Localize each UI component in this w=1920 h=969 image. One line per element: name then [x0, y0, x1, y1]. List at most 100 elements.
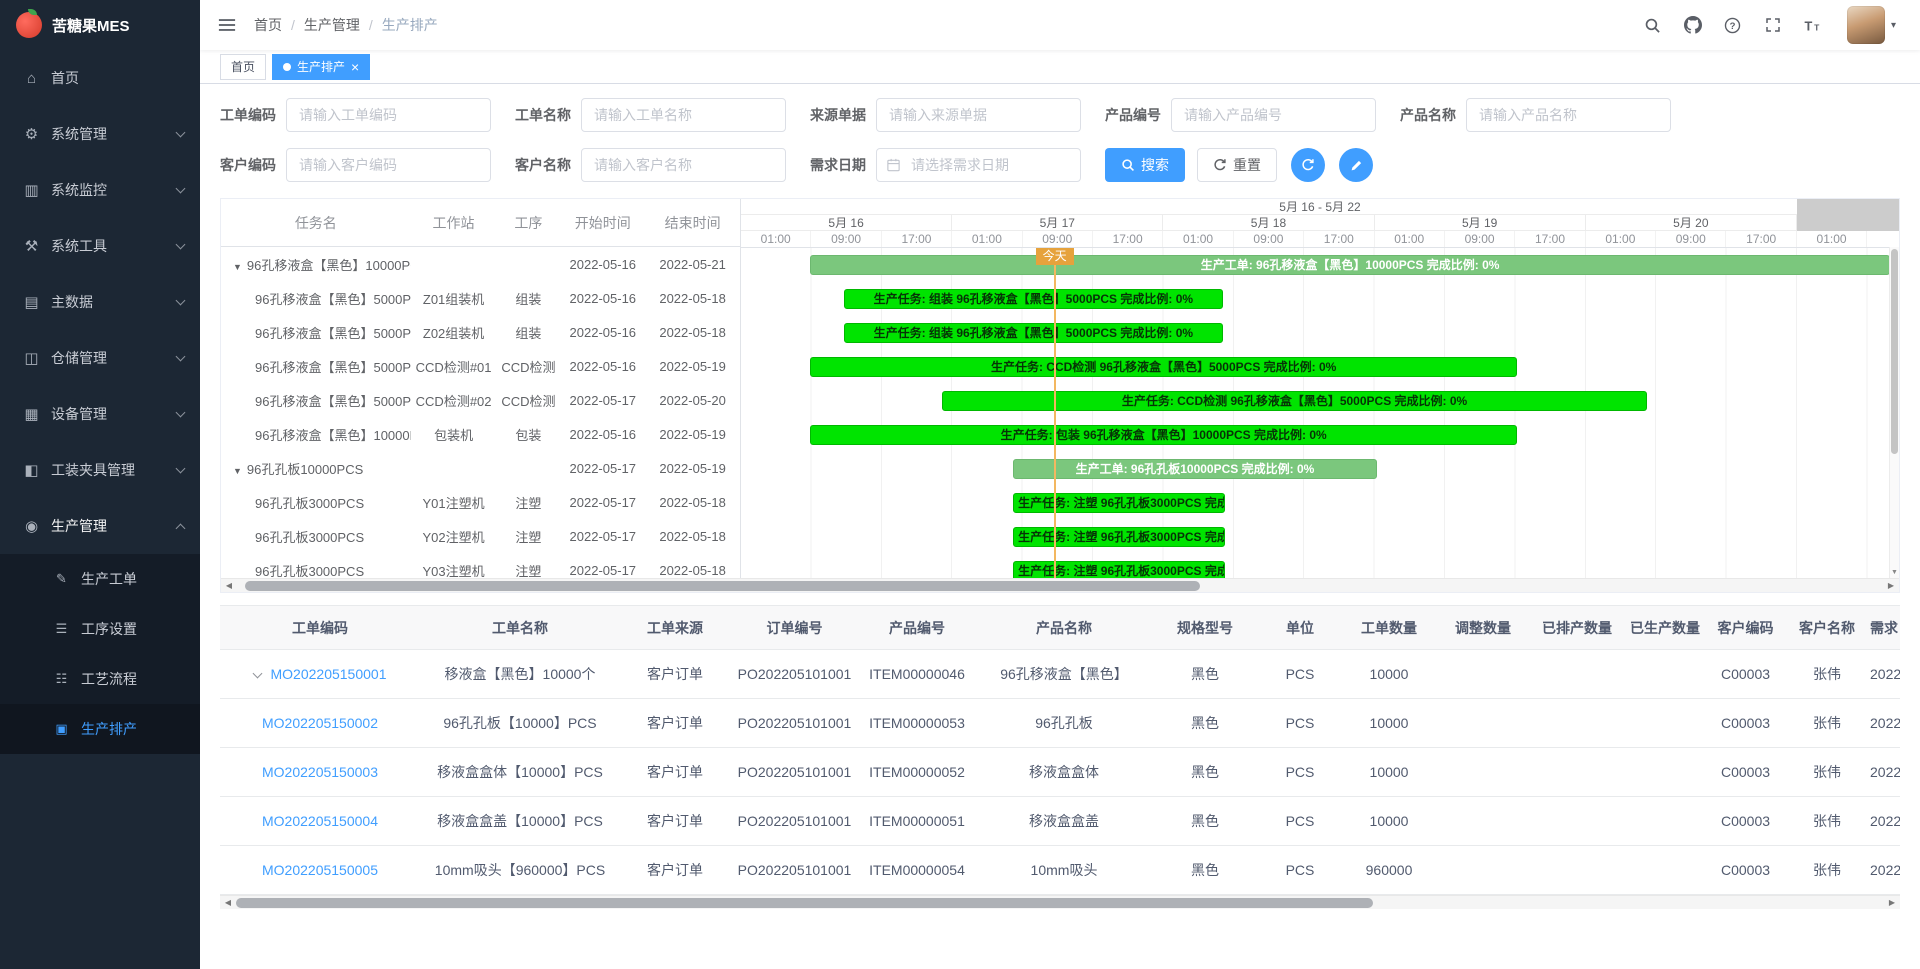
breadcrumb-item[interactable]: 生产管理 — [304, 15, 360, 35]
gantt-task-bar[interactable]: 生产任务: CCD检测 96孔移液盒【黑色】5000PCS 完成比例: 0% — [942, 391, 1646, 411]
user-menu[interactable]: ▾ — [1847, 6, 1896, 44]
customer-code-input[interactable] — [286, 148, 491, 182]
order-cell: ITEM00000046 — [859, 650, 975, 699]
gantt-task-bar[interactable]: 生产任务: 组装 96孔移液盒【黑色】5000PCS 完成比例: 0% — [844, 323, 1223, 343]
scrollbar-thumb[interactable] — [1891, 249, 1898, 454]
sidebar-subitem-process-flow[interactable]: ☷工艺流程 — [0, 654, 200, 704]
scrollbar-track[interactable] — [237, 579, 1883, 592]
scrollbar-thumb[interactable] — [236, 898, 1373, 908]
help-icon[interactable]: ? — [1723, 15, 1743, 35]
source-doc-input[interactable] — [876, 98, 1081, 132]
gantt-task-row[interactable]: 96孔移液盒【黑色】10000PCS包装机包装2022-05-162022-05… — [221, 417, 740, 451]
sidebar-item-equipment[interactable]: ▦设备管理 — [0, 386, 200, 442]
order-row: MO202205150004移液盒盒盖【10000】PCS客户订单PO20220… — [220, 797, 1900, 846]
sidebar-item-system-admin[interactable]: ⚙系统管理 — [0, 106, 200, 162]
tab-home[interactable]: 首页 — [220, 54, 266, 80]
gantt-task-bar[interactable]: 生产任务: 包装 96孔移液盒【黑色】10000PCS 完成比例: 0% — [810, 425, 1516, 445]
content: 工单编码工单名称来源单据产品编号产品名称 客户编码客户名称需求日期搜索重置 任务… — [200, 84, 1920, 969]
search-icon[interactable] — [1643, 15, 1663, 35]
caret-down-icon[interactable]: ▼ — [233, 262, 242, 272]
work-order-link[interactable]: MO202205150001 — [271, 666, 387, 682]
gantt-task-bar[interactable]: 生产任务: 注塑 96孔孔板3000PCS 完成比例: 0% — [1013, 561, 1225, 578]
gantt-task-row[interactable]: 96孔孔板3000PCSY02注塑机注塑2022-05-172022-05-18 — [221, 519, 740, 553]
gantt-task-row[interactable]: 96孔孔板3000PCSY03注塑机注塑2022-05-172022-05-18 — [221, 553, 740, 577]
gantt-task-bar[interactable]: 生产任务: 注塑 96孔孔板3000PCS 完成比例: 0% — [1013, 527, 1225, 547]
gantt-task-row[interactable]: 96孔移液盒【黑色】5000PCSZ01组装机组装2022-05-162022-… — [221, 281, 740, 315]
scroll-right-icon[interactable]: ▶ — [1883, 579, 1899, 593]
sidebar-item-master-data[interactable]: ▤主数据 — [0, 274, 200, 330]
scroll-down-icon[interactable]: ▼ — [1890, 568, 1899, 577]
sidebar-subitem-scheduling[interactable]: ▣生产排产 — [0, 704, 200, 754]
gantt-task-row[interactable]: ▼96孔孔板10000PCS2022-05-172022-05-19 — [221, 451, 740, 485]
breadcrumb-item[interactable]: 首页 — [254, 15, 282, 35]
edit-circle-button[interactable] — [1339, 148, 1373, 182]
gantt-range-band: 5月 16 - 5月 22 — [741, 199, 1899, 215]
scroll-right-icon[interactable]: ▶ — [1884, 896, 1900, 910]
order-row: MO20220515000510mm吸头【960000】PCS客户订单PO202… — [220, 846, 1900, 895]
app-logo-area[interactable]: 苦糖果MES — [0, 0, 200, 50]
order-cell — [1435, 699, 1531, 748]
gantt-h-scrollbar[interactable]: ◀ ▶ — [221, 578, 1899, 592]
scroll-left-icon[interactable]: ◀ — [220, 896, 236, 910]
caret-down-icon[interactable]: ▼ — [233, 466, 242, 476]
today-marker-line: 今天 — [1054, 248, 1056, 578]
demand-date-input[interactable] — [876, 148, 1081, 182]
hamburger-icon[interactable] — [200, 16, 254, 34]
filter-row-2: 客户编码客户名称需求日期搜索重置 — [220, 148, 1900, 182]
gantt-task-row[interactable]: ▼96孔移液盒【黑色】10000PCS2022-05-162022-05-21 — [221, 247, 740, 281]
sidebar-subitem-process-settings[interactable]: ☰工序设置 — [0, 604, 200, 654]
end-time-cell: 2022-05-18 — [645, 325, 740, 340]
gantt-col-header: 工作站 — [411, 213, 497, 233]
order-cell: 2022 — [1870, 748, 1900, 797]
order-cell: 黑色 — [1153, 846, 1257, 895]
product-name-input[interactable] — [1466, 98, 1671, 132]
tab-close-icon[interactable]: × — [351, 60, 359, 74]
product-code-input[interactable] — [1171, 98, 1376, 132]
gantt-v-scrollbar[interactable]: ▼ — [1889, 247, 1899, 578]
order-cell: 10000 — [1343, 748, 1435, 797]
sidebar-item-system-tools[interactable]: ⚒系统工具 — [0, 218, 200, 274]
gantt-task-bar[interactable]: 生产任务: 组装 96孔移液盒【黑色】5000PCS 完成比例: 0% — [844, 289, 1223, 309]
refresh-circle-button[interactable] — [1291, 148, 1325, 182]
fullscreen-icon[interactable] — [1763, 15, 1783, 35]
sidebar-item-production[interactable]: ◉生产管理 — [0, 498, 200, 554]
font-size-icon[interactable]: TT — [1803, 15, 1823, 35]
avatar — [1847, 6, 1885, 44]
order-cell — [1531, 699, 1623, 748]
sidebar-subitem-work-order[interactable]: ✎生产工单 — [0, 554, 200, 604]
gantt-order-bar[interactable]: 生产工单: 96孔移液盒【黑色】10000PCS 完成比例: 0% — [810, 255, 1889, 275]
search-button[interactable]: 搜索 — [1105, 148, 1185, 182]
gantt-task-row[interactable]: 96孔移液盒【黑色】5000PCSCCD检测#01CCD检测2022-05-16… — [221, 349, 740, 383]
github-icon[interactable] — [1683, 15, 1703, 35]
scrollbar-thumb[interactable] — [245, 581, 1200, 591]
customer-name-input[interactable] — [581, 148, 786, 182]
gantt-task-row[interactable]: 96孔移液盒【黑色】5000PCSZ02组装机组装2022-05-162022-… — [221, 315, 740, 349]
gantt-task-bar[interactable]: 生产任务: CCD检测 96孔移液盒【黑色】5000PCS 完成比例: 0% — [810, 357, 1516, 377]
gantt-task-row[interactable]: 96孔移液盒【黑色】5000PCSCCD检测#02CCD检测2022-05-17… — [221, 383, 740, 417]
work-order-name-input[interactable] — [581, 98, 786, 132]
scrollbar-track[interactable] — [236, 896, 1884, 909]
gantt-order-bar[interactable]: 生产工单: 96孔孔板10000PCS 完成比例: 0% — [1013, 459, 1377, 479]
gantt-task-row[interactable]: 96孔孔板3000PCSY01注塑机注塑2022-05-172022-05-18 — [221, 485, 740, 519]
scroll-left-icon[interactable]: ◀ — [221, 579, 237, 593]
work-order-link[interactable]: MO202205150003 — [262, 764, 378, 780]
orders-h-scrollbar[interactable]: ◀ ▶ — [220, 895, 1900, 909]
orders-col-header: 客户编码 — [1707, 606, 1784, 650]
filter-label: 来源单据 — [810, 105, 866, 125]
work-order-code-input[interactable] — [286, 98, 491, 132]
menu-item-label: 首页 — [51, 68, 184, 88]
sidebar-item-fixture-management[interactable]: ◧工装夹具管理 — [0, 442, 200, 498]
expand-caret-icon[interactable] — [252, 669, 262, 679]
work-order-link[interactable]: MO202205150002 — [262, 715, 378, 731]
sidebar-item-warehouse[interactable]: ◫仓储管理 — [0, 330, 200, 386]
sidebar-item-home[interactable]: ⌂首页 — [0, 50, 200, 106]
reset-button[interactable]: 重置 — [1197, 148, 1277, 182]
gantt-task-bar[interactable]: 生产任务: 注塑 96孔孔板3000PCS 完成比例: 0% — [1013, 493, 1225, 513]
work-order-link[interactable]: MO202205150005 — [262, 862, 378, 878]
gantt-chart-row: 生产工单: 96孔孔板10000PCS 完成比例: 0% — [741, 452, 1899, 486]
sidebar-item-system-monitor[interactable]: ▥系统监控 — [0, 162, 200, 218]
gantt-hour-label: 17:00 — [1726, 231, 1796, 247]
work-order-link[interactable]: MO202205150004 — [262, 813, 378, 829]
tab-scheduling[interactable]: 生产排产× — [272, 54, 370, 80]
start-time-cell: 2022-05-17 — [560, 495, 645, 510]
